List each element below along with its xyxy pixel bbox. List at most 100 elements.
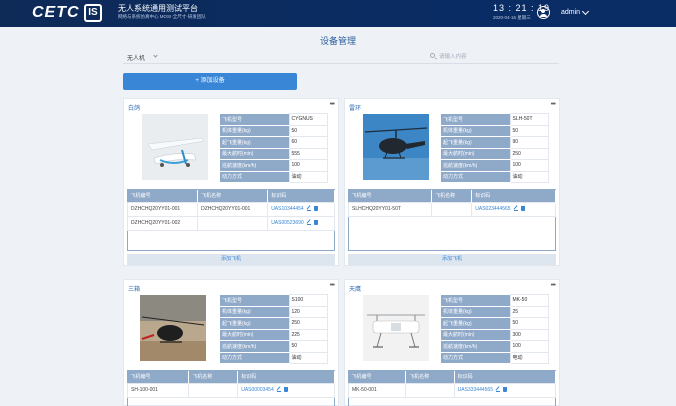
filter-row: 无人机 [123, 51, 559, 64]
spec-label: 巡航速度(km/h) [441, 340, 510, 353]
spec-label: 起飞重量(kg) [441, 136, 510, 149]
device-card: 雷环 ••• 飞机型号 SLH-50T 机体重量(kg) 50 起飞重量(kg) 90… [344, 98, 560, 266]
craft-name [405, 382, 455, 398]
spec-value: 50 [509, 124, 549, 137]
spec-label: 飞机型号 [441, 113, 510, 126]
spec-label: 飞机型号 [220, 113, 289, 126]
cetc-logo: CETC [32, 4, 80, 21]
specs-table: 飞机型号 S100 机体重量(kg) 120 起飞重量(kg) 250 最大航时(mi… [220, 294, 328, 364]
user-avatar-icon[interactable] [537, 6, 550, 19]
spec-value: 250 [509, 147, 549, 160]
spec-value: 555 [288, 147, 328, 160]
edit-icon[interactable] [513, 206, 518, 212]
system-name: 无人系统通用测试平台 [118, 4, 198, 13]
spec-value: MK-50 [509, 294, 549, 307]
helicopter-image [140, 295, 206, 361]
craft-id: SH-100-001 [126, 382, 190, 398]
delete-icon[interactable] [520, 206, 525, 212]
spec-value: 100 [509, 340, 549, 353]
spec-value: 电动 [509, 351, 549, 364]
craft-table: 飞机编号 飞机名称 标识码 SLHCHQ20YY01-50T UAS023444… [347, 190, 556, 217]
craft-id: DZHCHQ20YY01-001 [126, 201, 199, 217]
spec-value: 100 [288, 159, 328, 172]
craft-id: DZHCHQ20YY01-002 [126, 215, 199, 231]
spec-value: 50 [509, 317, 549, 330]
spec-value: 25 [509, 305, 549, 318]
specs-table: 飞机型号 MK-50 机体重量(kg) 25 起飞重量(kg) 50 最大航时(min… [441, 294, 549, 364]
spec-value: 油动 [288, 351, 328, 364]
column-header: 标识码 [471, 190, 556, 202]
device-card: 白鸽 ••• 飞机型号 CYGNUS 机体重量(kg) 50 起飞重量(kg) 60 … [123, 98, 339, 266]
spec-label: 最大航时(min) [441, 148, 510, 160]
table-row: SLHCHQ20YY01-50T UAS023444565 [347, 201, 556, 217]
craft-code-link[interactable]: UAS10344454 [271, 206, 304, 212]
column-header: 飞机名称 [405, 371, 455, 383]
spec-value: 250 [288, 317, 328, 330]
chevron-down-icon[interactable] [581, 7, 590, 16]
craft-name [197, 215, 269, 231]
spec-value: 60 [288, 136, 328, 149]
edit-icon[interactable] [306, 220, 311, 226]
craft-code-link[interactable]: UAS00003454 [241, 387, 274, 393]
spec-label: 巡航速度(km/h) [220, 340, 289, 353]
spec-value: 油动 [288, 170, 328, 183]
delete-icon[interactable] [313, 220, 318, 226]
table-row: DZHCHQ20YY01-002 UAS00523690 [126, 215, 335, 231]
spec-label: 巡航速度(km/h) [220, 159, 289, 172]
helicopter-image [363, 114, 429, 180]
spec-label: 最大航时(min) [441, 329, 510, 341]
craft-id: MK-50-001 [347, 382, 407, 398]
spec-label: 最大航时(min) [220, 329, 289, 341]
column-header: 飞机编号 [127, 190, 199, 202]
username[interactable]: admin [561, 9, 580, 16]
craft-code-link[interactable]: UAS00523690 [271, 220, 304, 226]
craft-name [431, 201, 473, 217]
more-icon[interactable]: ••• [330, 282, 335, 289]
spec-label: 最大航时(min) [220, 148, 289, 160]
column-header: 飞机名称 [431, 190, 473, 202]
spec-label: 起飞重量(kg) [220, 317, 289, 330]
card-title: 白鸽 [128, 106, 141, 112]
table-row: SH-100-001 UAS00003454 [126, 382, 335, 398]
system-subtitle: 网络与系统仿真中心 MOSI·全尺寸·研发团队 [118, 14, 206, 19]
edit-icon[interactable] [495, 387, 500, 393]
spec-label: 机体重量(kg) [220, 125, 289, 137]
spec-label: 动力方式 [220, 171, 289, 183]
column-header: 标识码 [237, 371, 335, 383]
craft-id: SLHCHQ20YY01-50T [347, 201, 433, 217]
spec-value: S100 [288, 294, 328, 307]
add-craft-button[interactable]: 添加飞机 [127, 254, 335, 265]
craft-code-link[interactable]: UAS333444565 [458, 387, 493, 393]
spec-label: 机体重量(kg) [220, 306, 289, 318]
craft-name: DZHCHQ20YY01-001 [197, 201, 269, 217]
more-icon[interactable]: ••• [330, 101, 335, 108]
edit-icon[interactable] [276, 387, 281, 393]
craft-table: 飞机编号 飞机名称 标识码 SH-100-001 UAS00003454 [126, 371, 335, 398]
delete-icon[interactable] [313, 206, 318, 212]
spec-value: CYGNUS [288, 113, 328, 126]
edit-icon[interactable] [306, 206, 311, 212]
spec-label: 机体重量(kg) [441, 306, 510, 318]
more-icon[interactable]: ••• [551, 101, 556, 108]
add-device-button[interactable]: + 添加设备 [123, 73, 297, 90]
device-card: 三箱 ••• 飞机型号 S100 机体重量(kg) 120 起飞重量(kg) 250 … [123, 279, 339, 406]
spec-label: 动力方式 [220, 352, 289, 364]
delete-icon[interactable] [283, 387, 288, 393]
search-input[interactable] [439, 52, 549, 61]
delete-icon[interactable] [502, 387, 507, 393]
more-icon[interactable]: ••• [551, 282, 556, 289]
add-craft-button[interactable]: 添加飞机 [348, 254, 556, 265]
card-title: 三箱 [128, 287, 141, 293]
spec-value: SLH-50T [509, 113, 549, 126]
craft-code-link[interactable]: UAS023444565 [475, 206, 510, 212]
chevron-down-icon[interactable] [153, 53, 158, 58]
column-header: 飞机编号 [348, 371, 407, 383]
search-icon [430, 53, 435, 58]
table-row: DZHCHQ20YY01-001 DZHCHQ20YY01-001 UAS103… [126, 201, 335, 217]
device-type-select[interactable]: 无人机 [127, 53, 145, 62]
card-title: 天鹰 [349, 287, 362, 293]
column-header: 飞机编号 [348, 190, 433, 202]
spec-value: 油动 [509, 170, 549, 183]
spec-value: 225 [288, 328, 328, 341]
device-card: 天鹰 ••• 飞机型号 MK-50 机体重量(kg) 25 起飞重量(kg) 50 最… [344, 279, 560, 406]
